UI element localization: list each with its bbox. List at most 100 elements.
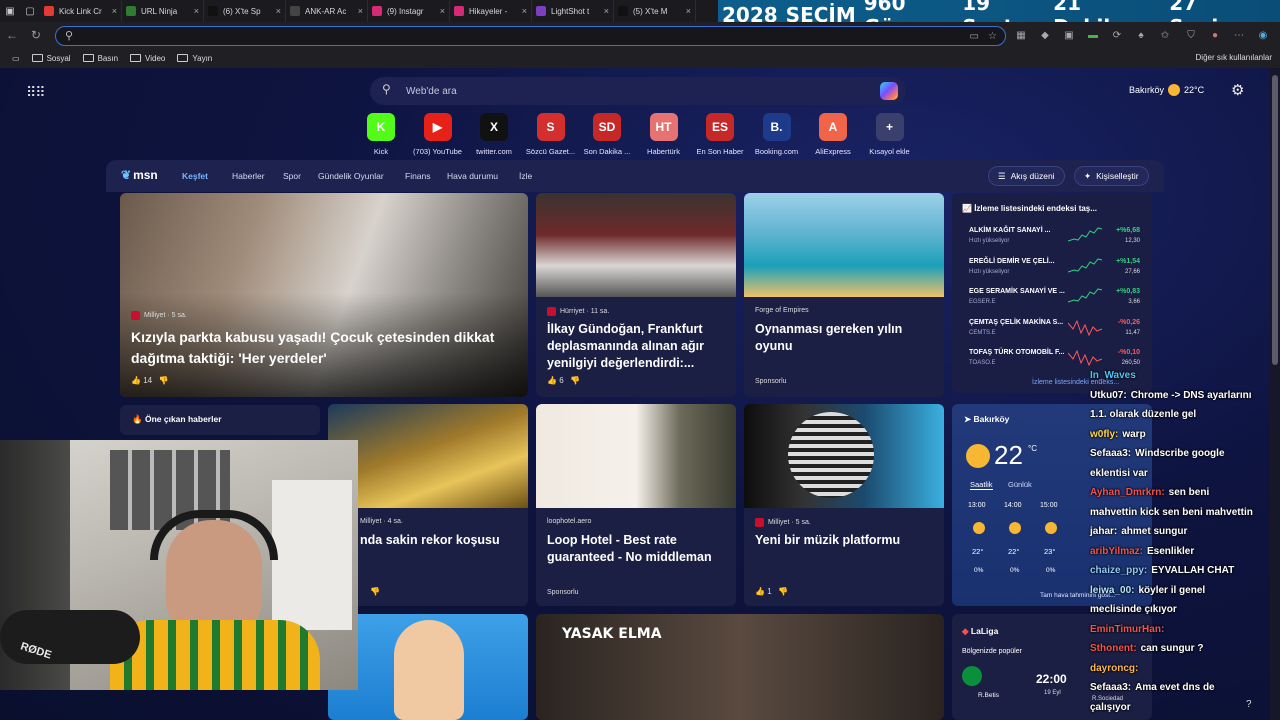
extension-icon[interactable]: ▬ [1086,30,1100,41]
browser-tab[interactable]: (9) Instagr × [368,0,450,22]
news-card[interactable]: Hürriyet · 11 sa. İlkay Gündoğan, Frankf… [536,193,736,397]
app-launcher-icon[interactable]: ⠿⠿ [26,84,45,101]
chat-username[interactable]: Sefaaa3: [1090,448,1131,459]
stock-row[interactable]: ALKİM KAĞIT SANAYİ ... Hızlı yükseliyor +%… [962,225,1144,253]
workspaces-icon[interactable]: ▣ [0,0,20,22]
browser-tab[interactable]: LightShot t × [532,0,614,22]
msn-nav-tab[interactable]: Spor [283,171,301,181]
chat-username[interactable]: In_Waves [1090,370,1136,381]
scrollbar-thumb[interactable] [1272,75,1278,365]
tab-close-icon[interactable]: × [358,6,363,16]
extension-icon[interactable]: ▣ [1062,30,1076,41]
hero-news-card[interactable]: Milliyet · 5 sa. Kızıyla parkta kabusu y… [120,193,528,397]
tab-close-icon[interactable]: × [276,6,281,16]
chat-username[interactable]: jahar: [1090,526,1117,537]
msn-nav-tab[interactable]: Haberler [232,171,265,181]
tab-close-icon[interactable]: × [522,6,527,16]
news-card[interactable]: Milliyet · 5 sa. Yeni bir müzik platform… [744,404,944,606]
tab-close-icon[interactable]: × [440,6,445,16]
extension-icon[interactable]: ⟳ [1110,30,1124,41]
web-search-input[interactable] [406,83,846,99]
chat-username[interactable]: EminTimurHan: [1090,624,1164,635]
msn-nav-tab[interactable]: İzle [519,171,532,181]
ad-title[interactable]: Loop Hotel - Best rate guaranteed - No m… [547,532,733,566]
bookmark-folder[interactable]: Sosyal [31,54,71,63]
more-menu-icon[interactable]: ⋯ [1232,30,1246,41]
profile-avatar-icon[interactable]: ● [1208,30,1222,41]
sponsored-card[interactable]: loophotel.aero Loop Hotel - Best rate gu… [536,404,736,606]
chat-username[interactable]: Sefaaa3: [1090,682,1131,693]
browser-tab[interactable]: (5) X'te M × [614,0,696,22]
browser-tab[interactable]: (6) X'te Sp × [204,0,286,22]
msn-nav-tab[interactable]: Keşfet [182,171,208,181]
like-count[interactable]: 👍 1 👎 [755,587,788,596]
settings-gear-icon[interactable]: ⚙ [1231,81,1244,99]
stock-row[interactable]: EREĞLİ DEMİR VE ÇELİ... Hızlı yükseliyor +… [962,256,1144,284]
news-image [394,620,464,720]
news-card[interactable] [328,614,528,720]
tab-close-icon[interactable]: × [194,6,199,16]
shortcut-tile[interactable]: + Kısayol ekle [854,113,926,156]
tab-daily[interactable]: Günlük [1008,480,1032,489]
extension-icon[interactable]: ▦ [1014,30,1028,41]
dislike-icon[interactable]: 👎 [370,587,380,596]
extension-icon[interactable]: ◆ [1038,30,1052,41]
chat-username[interactable]: w0fly: [1090,429,1118,440]
news-title[interactable]: nda sakin rekor koşusu [360,532,528,549]
tab-actions-icon[interactable]: ▢ [20,0,40,22]
bookmark-folder[interactable]: Basın [82,54,118,63]
web-search-box[interactable]: ⚲ [370,77,906,105]
chat-username[interactable]: aribYilmaz: [1090,546,1143,557]
refresh-icon[interactable]: ↻ [24,28,48,42]
like-count[interactable]: 👍 6 👎 [547,376,580,385]
back-arrow-icon[interactable]: ← [0,28,24,42]
chat-username[interactable]: Ayhan_Dmrkrn: [1090,487,1165,498]
chat-username[interactable]: chaize_ppy: [1090,565,1147,576]
sponsored-card[interactable]: Forge of Empires Oynanması gereken yılın… [744,193,944,397]
copilot-icon[interactable]: ◉ [1256,30,1270,41]
tab-close-icon[interactable]: × [604,6,609,16]
browser-tab[interactable]: URL Ninja × [122,0,204,22]
address-bar[interactable]: ⚲ ▭ ☆ [55,26,1006,46]
bookmark-other-folder[interactable]: Diğer sık kullanılanlar [1196,53,1272,62]
msn-nav-tab[interactable]: Hava durumu [447,171,498,181]
msn-nav-tab[interactable]: Finans [405,171,431,181]
ad-title[interactable]: Oynanması gereken yılın oyunu [755,321,937,355]
news-title[interactable]: İlkay Gündoğan, Frankfurt deplasmanında … [547,321,729,372]
featured-news-header[interactable]: 🔥 Öne çıkan haberler [120,405,320,435]
stock-row[interactable]: ÇEMTAŞ ÇELİK MAKİNA S... CEMTS.E -%0,26 11,… [962,317,1144,345]
favorites-icon[interactable]: ✩ [1158,30,1172,41]
browser-tab[interactable]: Kick Link Cr × [40,0,122,22]
help-icon[interactable]: ? [1246,699,1252,710]
shield-icon[interactable]: ⛉ [1184,30,1198,41]
tab-hourly[interactable]: Saatlik [970,480,993,490]
news-card[interactable]: Milliyet · 4 sa. nda sakin rekor koşusu … [328,404,528,606]
msn-logo[interactable]: ❦ msn [121,168,158,182]
chat-username[interactable]: leiwa_00: [1090,585,1134,596]
news-title[interactable]: Kızıyla parkta kabusu yaşadı! Çocuk çete… [131,327,511,369]
tab-close-icon[interactable]: × [112,6,117,16]
bookmark-folder[interactable]: Video [130,54,165,63]
address-input[interactable] [84,29,944,43]
news-title[interactable]: Yeni bir müzik platformu [755,532,937,549]
like-count[interactable]: 👍 14 👎 [131,376,169,385]
news-card[interactable]: YASAK ELMA [536,614,944,720]
chat-username[interactable]: dayroncg: [1090,663,1138,674]
favorite-star-icon[interactable]: ☆ [988,31,997,42]
bookmark-reading-list-icon[interactable]: ▭ [12,54,20,63]
watchlist-card[interactable]: 📈 İzleme listesindeki endeksi taş... ALK… [952,193,1152,393]
reader-mode-icon[interactable]: ▭ [970,31,979,42]
extension-icon[interactable]: ♠ [1134,30,1148,41]
bookmark-folder[interactable]: Yayın [177,54,212,63]
personalize-button[interactable]: ✦ Kişiselleştir [1074,166,1149,186]
browser-tab[interactable]: Hikayeler - × [450,0,532,22]
stock-row[interactable]: EGE SERAMİK SANAYİ VE ... EGSER.E +%0,83 3,… [962,286,1144,314]
chat-username[interactable]: Sthonent: [1090,643,1137,654]
chat-username[interactable]: Utku07: [1090,390,1127,401]
copilot-logo-icon[interactable] [880,82,898,100]
browser-tab[interactable]: ANK-AR Ac × [286,0,368,22]
msn-nav-tab[interactable]: Gündelik Oyunlar [318,171,384,181]
feed-layout-button[interactable]: ☰ Akış düzeni [988,166,1065,186]
tab-close-icon[interactable]: × [686,6,691,16]
location-weather[interactable]: Bakırköy 22°C [1129,84,1204,96]
